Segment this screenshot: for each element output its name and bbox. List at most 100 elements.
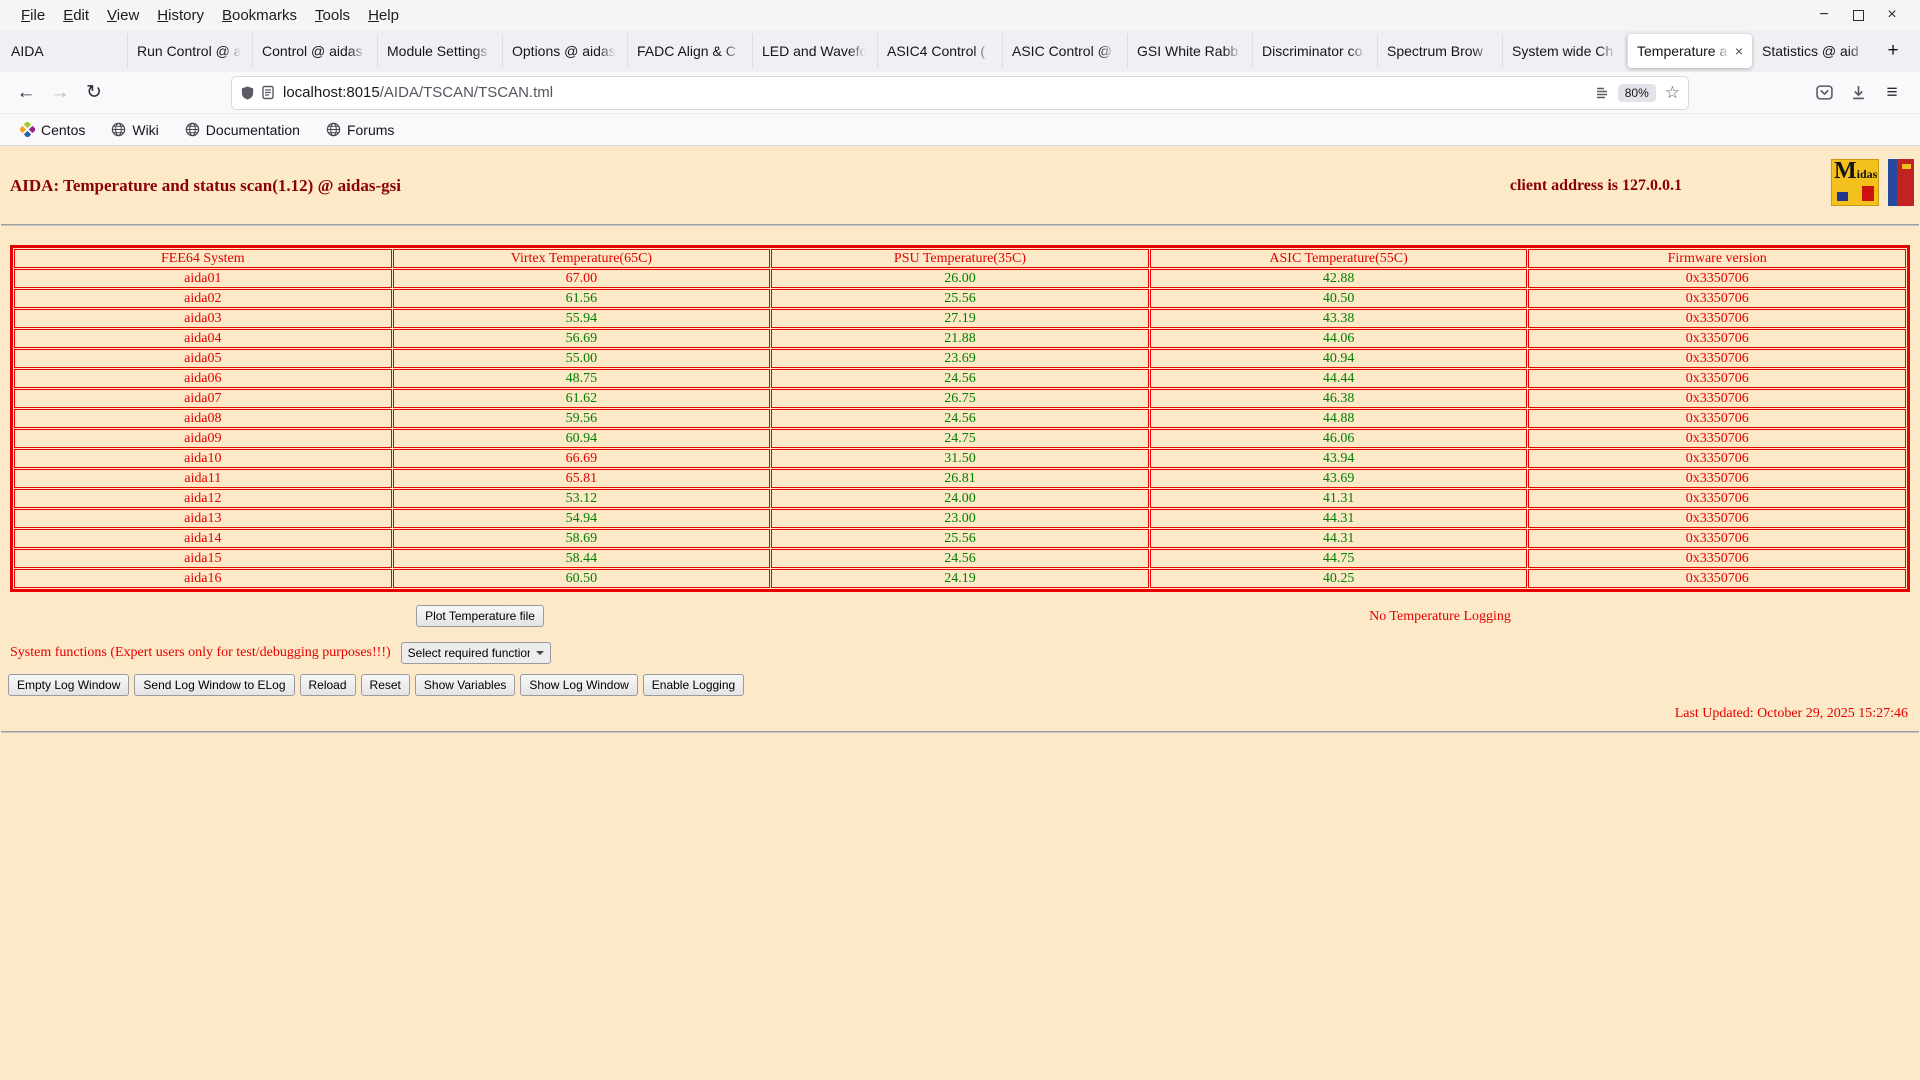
firmware-cell: 0x3350706 [1528, 329, 1906, 348]
bookmark-centos[interactable]: Centos [12, 118, 93, 142]
tab-label: System wide Ch [1512, 43, 1614, 59]
menu-edit[interactable]: Edit [54, 3, 98, 28]
tab-options-aidas[interactable]: Options @ aidas [502, 34, 627, 68]
forward-button[interactable]: → [44, 77, 76, 109]
show-log-window-button[interactable]: Show Log Window [520, 674, 638, 696]
table-row: aida07 61.62 26.75 46.38 0x3350706 [14, 389, 1906, 408]
maximize-button[interactable] [1846, 3, 1870, 27]
table-row: aida09 60.94 24.75 46.06 0x3350706 [14, 429, 1906, 448]
show-variables-button[interactable]: Show Variables [414, 674, 516, 696]
tab-discriminator-co[interactable]: Discriminator co [1252, 34, 1377, 68]
tab-spectrum-brow[interactable]: Spectrum Brow [1377, 34, 1502, 68]
pocket-icon[interactable] [1808, 77, 1840, 109]
bookmark-forums[interactable]: Forums [318, 118, 402, 142]
tab-fadc-align-c[interactable]: FADC Align & C [627, 34, 752, 68]
psu-temp-cell: 24.56 [771, 369, 1149, 388]
enable-logging-button[interactable]: Enable Logging [642, 674, 745, 696]
bookmarks-toolbar: Centos Wiki Documentation Forums [0, 114, 1920, 146]
firmware-cell: 0x3350706 [1528, 369, 1906, 388]
virtex-temp-cell: 56.69 [392, 329, 771, 348]
fee64-name-cell: aida04 [14, 329, 392, 348]
asic-temp-cell: 46.06 [1149, 429, 1528, 448]
logging-status-cell: No Temperature Logging [960, 607, 1920, 625]
centos-icon [20, 122, 35, 137]
reader-view-icon[interactable] [1595, 86, 1609, 100]
fee64-name-cell: aida16 [14, 569, 392, 588]
tab-gsi-white-rabb[interactable]: GSI White Rabb [1127, 34, 1252, 68]
fee64-name-cell: aida03 [14, 309, 392, 328]
menu-bookmarks[interactable]: Bookmarks [213, 3, 306, 28]
virtex-temp-cell: 60.94 [392, 429, 771, 448]
downloads-icon[interactable] [1842, 77, 1874, 109]
system-function-select[interactable]: Select required function [400, 642, 551, 664]
tab-temperature-a[interactable]: Temperature a × [1627, 34, 1752, 68]
tab-statistics-aid[interactable]: Statistics @ aid [1752, 34, 1877, 68]
virtex-temp-cell: 61.62 [392, 389, 771, 408]
reload-button[interactable]: Reload [299, 674, 356, 696]
midas-logo: Midas [1831, 158, 1879, 206]
new-tab-button[interactable]: + [1877, 35, 1909, 67]
back-button[interactable]: ← [10, 77, 42, 109]
plot-temperature-file-button[interactable]: Plot Temperature file [416, 605, 544, 627]
tab-label: Options @ aidas [512, 43, 616, 59]
tab-label: LED and Wavefo [762, 43, 868, 59]
fee64-name-cell: aida10 [14, 449, 392, 468]
menu-history[interactable]: History [148, 3, 213, 28]
bookmark-star-icon[interactable]: ☆ [1665, 84, 1680, 101]
firmware-cell: 0x3350706 [1528, 289, 1906, 308]
tab-close-icon[interactable]: × [1735, 43, 1743, 59]
close-button[interactable]: × [1880, 3, 1904, 27]
virtex-temp-cell: 65.81 [392, 469, 771, 488]
bookmark-label: Wiki [132, 121, 159, 138]
tracking-shield-icon[interactable] [240, 85, 255, 101]
tab-system-wide-ch[interactable]: System wide Ch [1502, 34, 1627, 68]
menu-help[interactable]: Help [359, 3, 408, 28]
site-info-icon[interactable] [262, 85, 274, 100]
close-icon: × [1887, 6, 1897, 23]
table-row: aida03 55.94 27.19 43.38 0x3350706 [14, 309, 1906, 328]
menu-file[interactable]: File [12, 3, 54, 28]
table-row: aida02 61.56 25.56 40.50 0x3350706 [14, 289, 1906, 308]
page-header: AIDA: Temperature and status scan(1.12) … [0, 146, 1920, 224]
virtex-temp-cell: 58.69 [392, 529, 771, 548]
client-address: client address is 127.0.0.1 [1509, 177, 1682, 194]
fee64-name-cell: aida06 [14, 369, 392, 388]
app-menu-button[interactable]: ≡ [1876, 77, 1908, 109]
bookmark-label: Documentation [205, 121, 300, 138]
virtex-temp-cell: 58.44 [392, 549, 771, 568]
fee64-name-cell: aida01 [14, 269, 392, 288]
send-log-window-to-elog-button[interactable]: Send Log Window to ELog [134, 674, 295, 696]
menu-view[interactable]: View [98, 3, 148, 28]
url-host: localhost:8015 [283, 84, 380, 101]
tab-label: Control @ aidas [262, 43, 363, 59]
tab-module-settings[interactable]: Module Settings [377, 34, 502, 68]
table-row: aida01 67.00 26.00 42.88 0x3350706 [14, 269, 1906, 288]
zoom-level-badge[interactable]: 80% [1617, 83, 1656, 102]
empty-log-window-button[interactable]: Empty Log Window [8, 674, 130, 696]
menu-tools[interactable]: Tools [306, 3, 359, 28]
system-functions-row: System functions (Expert users only for … [10, 642, 1920, 664]
firmware-cell: 0x3350706 [1528, 549, 1906, 568]
tab-strip: AIDA Run Control @ a Control @ aidas Module… [2, 30, 1877, 72]
tab-run-control-a[interactable]: Run Control @ a [127, 34, 252, 68]
tab-control-aidas[interactable]: Control @ aidas [252, 34, 377, 68]
column-header: Firmware version [1528, 249, 1906, 268]
firmware-cell: 0x3350706 [1528, 489, 1906, 508]
browser-reload-button[interactable]: ↻ [78, 77, 110, 109]
tab-asic4-control[interactable]: ASIC4 Control ( [877, 34, 1002, 68]
asic-temp-cell: 44.06 [1149, 329, 1528, 348]
tab-led-and-wavefo[interactable]: LED and Wavefo [752, 34, 877, 68]
url-bar[interactable]: localhost:8015/AIDA/TSCAN/TSCAN.tml 80% … [232, 76, 1688, 109]
tab-asic-control[interactable]: ASIC Control @ [1002, 34, 1127, 68]
logos: Midas [1831, 158, 1914, 206]
minimize-button[interactable]: − [1812, 3, 1836, 27]
bookmark-wiki[interactable]: Wiki [103, 118, 166, 142]
bookmark-documentation[interactable]: Documentation [177, 118, 308, 142]
footer-divider [1, 731, 1919, 733]
tab-aida[interactable]: AIDA [2, 34, 127, 68]
page-title: AIDA: Temperature and status scan(1.12) … [10, 176, 401, 195]
asic-temp-cell: 43.94 [1149, 449, 1528, 468]
tab-label: AIDA [11, 43, 44, 59]
reset-button[interactable]: Reset [360, 674, 410, 696]
system-function-select-wrap: Select required function [400, 642, 551, 664]
